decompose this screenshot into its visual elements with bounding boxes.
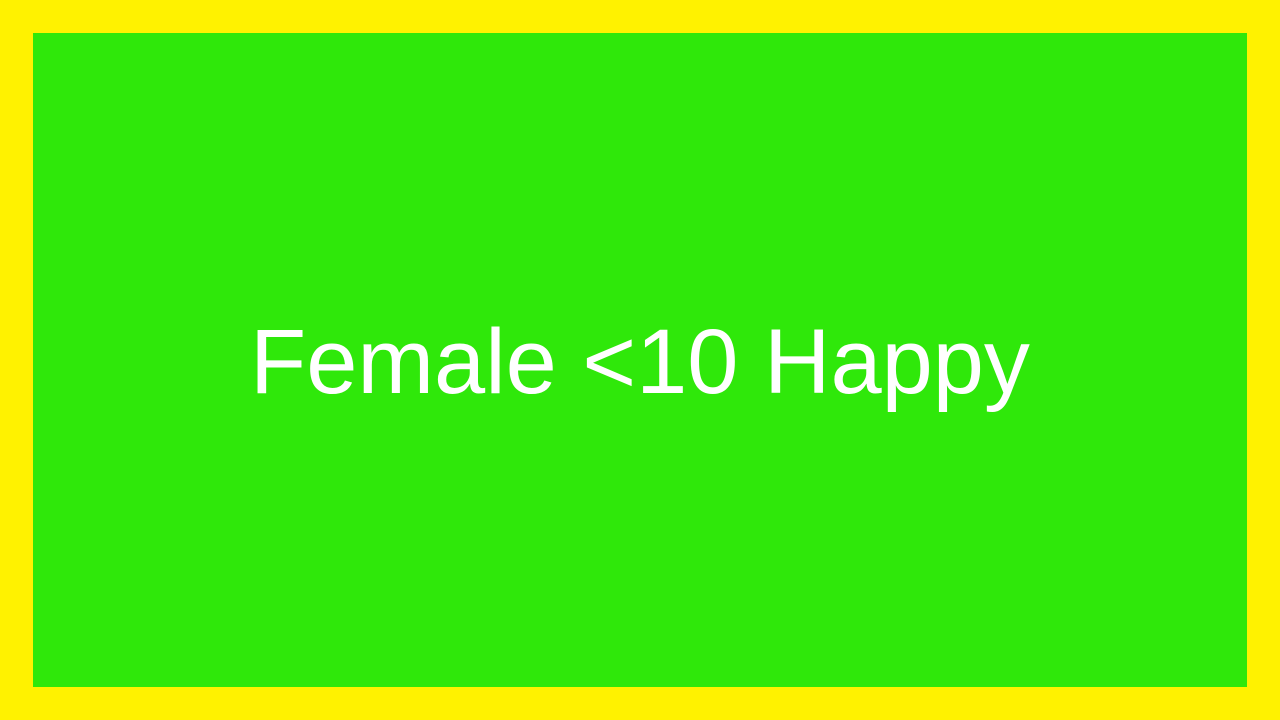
green-card-panel: Female <10 Happy [33, 33, 1247, 687]
card-label: Female <10 Happy [250, 311, 1030, 413]
yellow-border-frame: Female <10 Happy [0, 0, 1280, 720]
